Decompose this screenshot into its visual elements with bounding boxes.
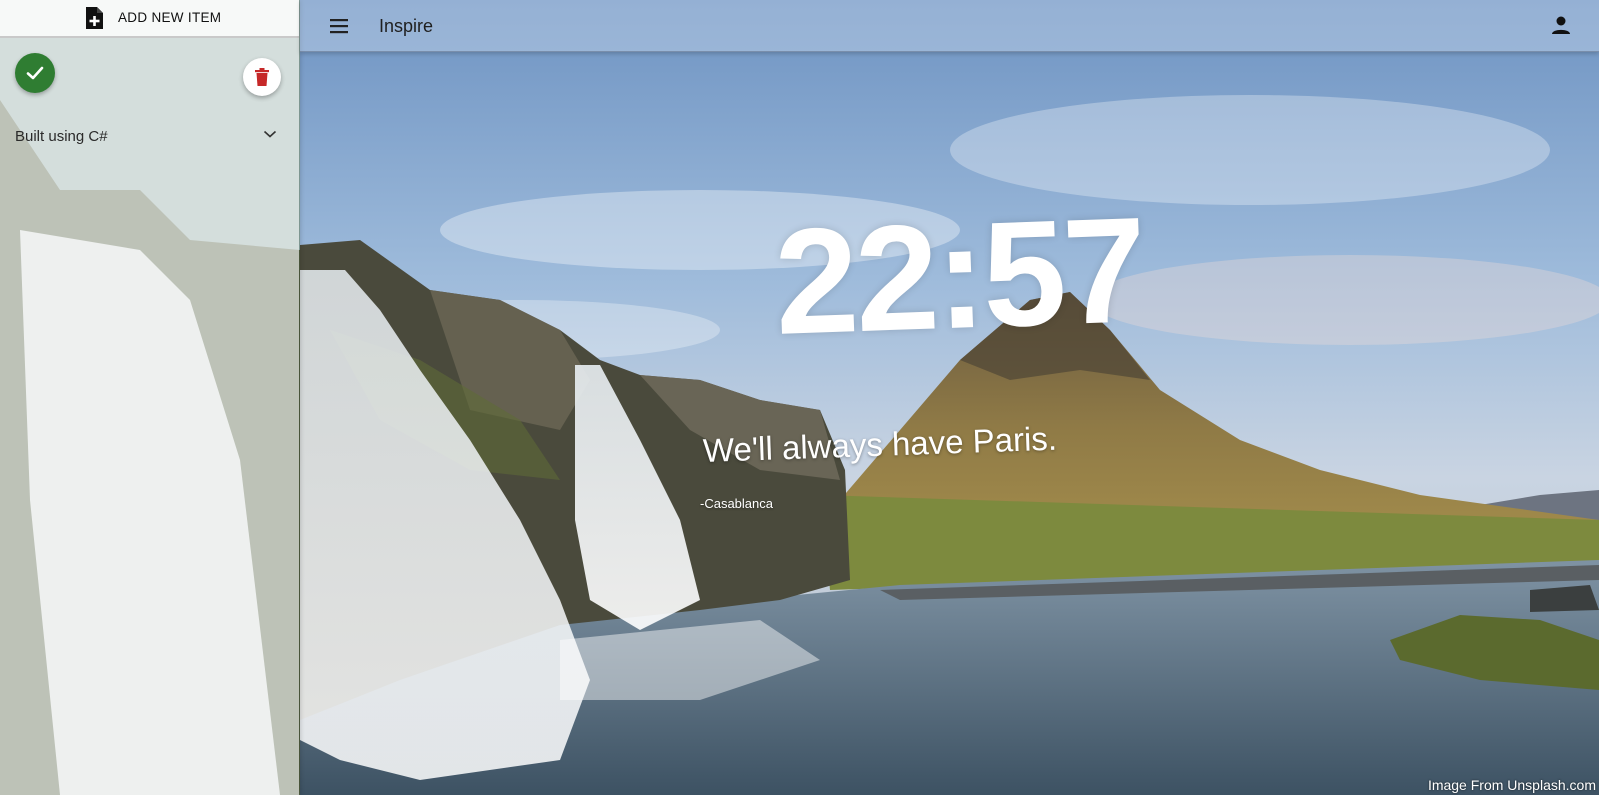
side-drawer: ADD NEW ITEM Built using C# [0, 0, 299, 795]
app-title: Inspire [379, 16, 434, 36]
add-new-item-button[interactable]: ADD NEW ITEM [0, 0, 299, 36]
menu-icon[interactable] [326, 13, 352, 39]
trash-icon [255, 68, 269, 86]
clock-time: 22:57 [772, 185, 1147, 366]
add-new-item-label: ADD NEW ITEM [118, 10, 222, 25]
section-label: Built using C# [15, 128, 108, 145]
delete-button[interactable] [243, 58, 281, 96]
built-using-section[interactable]: Built using C# [0, 122, 299, 152]
image-credit-link[interactable]: Image From Unsplash.com [1428, 777, 1596, 793]
quote-author: -Casablanca [700, 496, 773, 511]
complete-button[interactable] [15, 53, 55, 93]
account-icon[interactable] [1549, 13, 1573, 37]
note-add-icon [86, 7, 103, 29]
chevron-down-icon [263, 130, 277, 138]
top-app-bar: Inspire [300, 0, 1599, 52]
drawer-toolbar: ADD NEW ITEM [0, 0, 299, 38]
check-icon [26, 66, 44, 80]
